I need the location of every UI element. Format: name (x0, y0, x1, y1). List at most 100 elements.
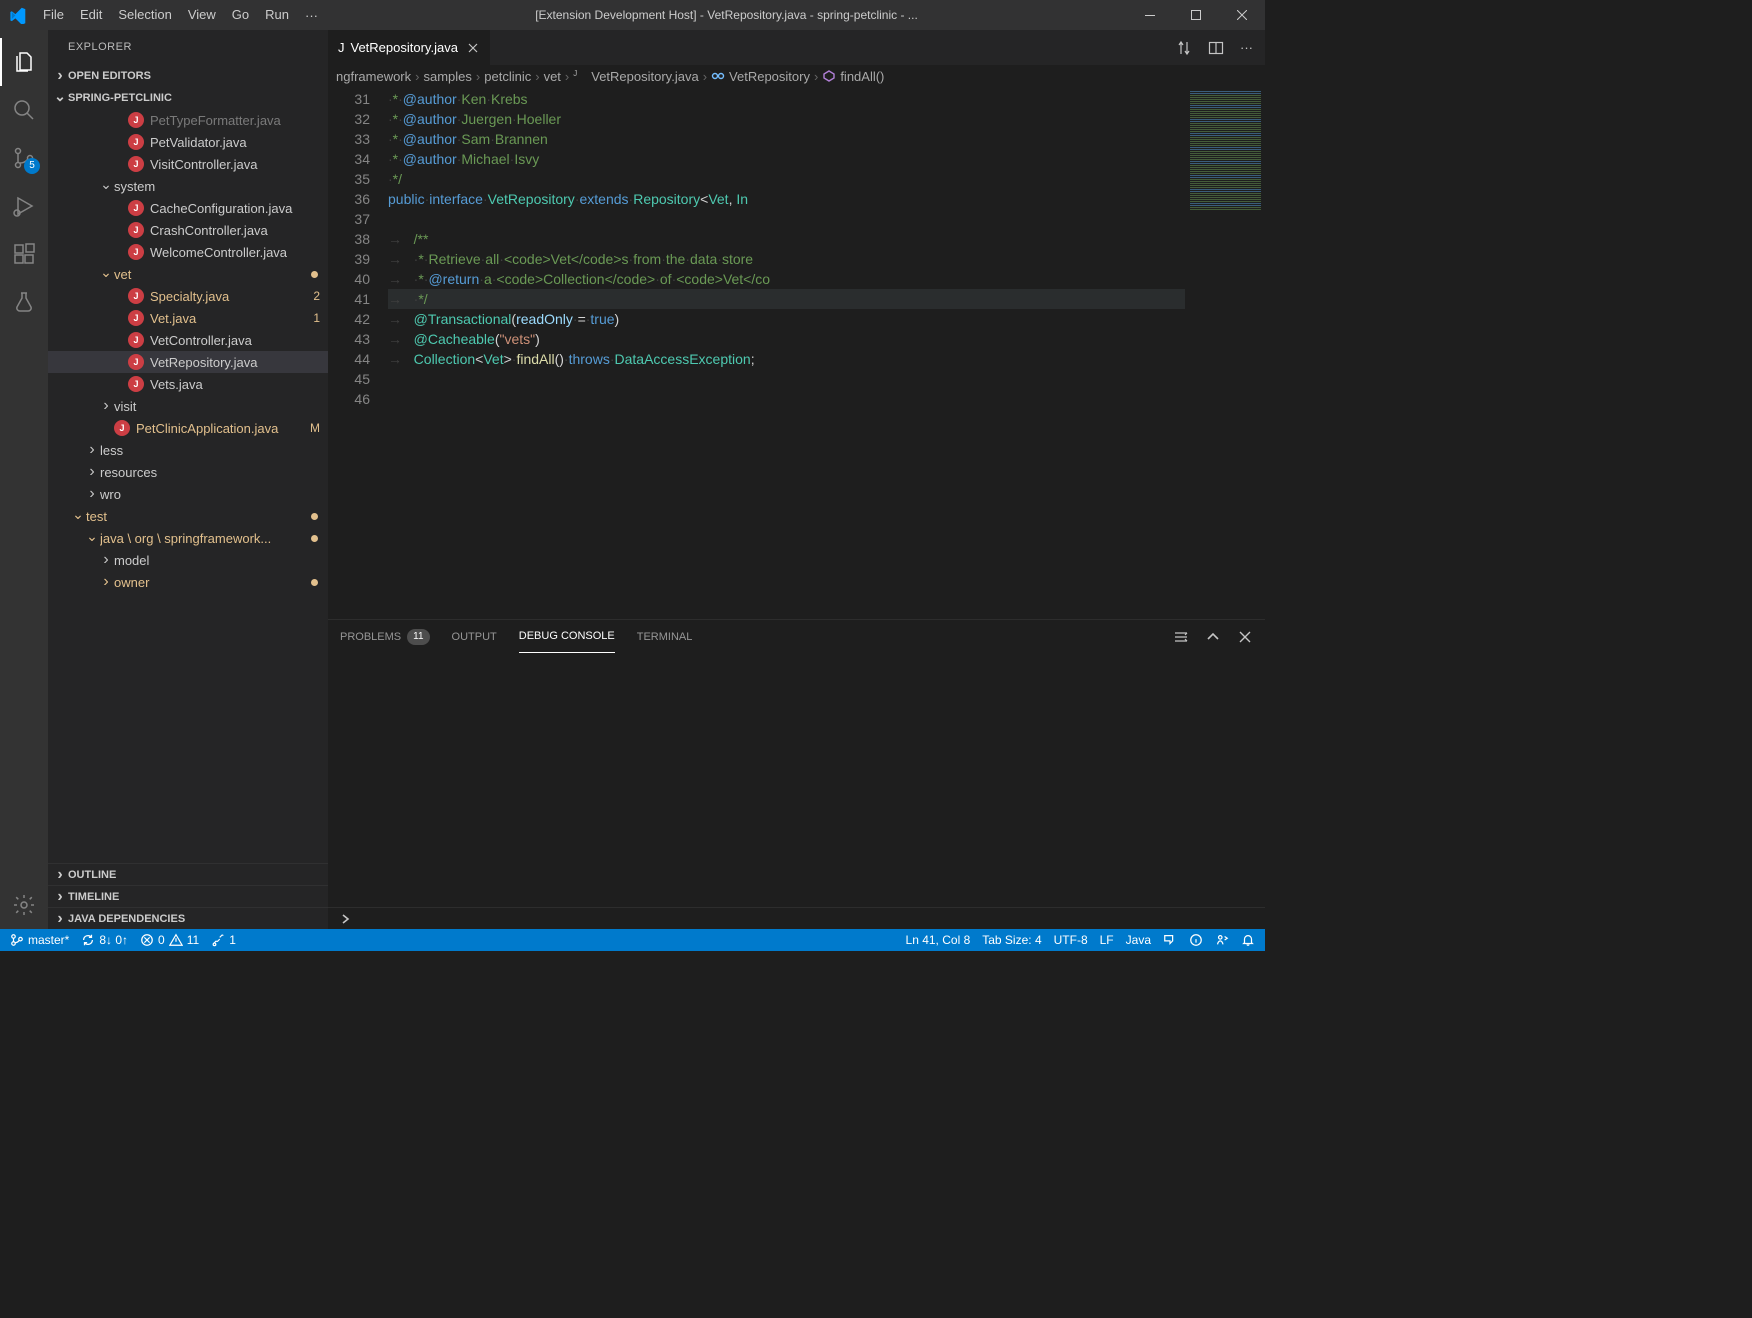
compare-changes-icon[interactable] (1176, 40, 1192, 56)
breadcrumb-segment[interactable]: JVetRepository.java (573, 69, 698, 84)
file-petclinicapplication-java[interactable]: JPetClinicApplication.javaM (48, 417, 328, 439)
collapse-panel-icon[interactable] (1205, 629, 1221, 645)
breadcrumb-segment[interactable]: VetRepository (711, 69, 810, 84)
menu-run[interactable]: Run (257, 0, 297, 30)
status-branch[interactable]: master* (4, 929, 75, 951)
menu-selection[interactable]: Selection (110, 0, 179, 30)
chevron-right-icon (98, 398, 114, 414)
minimap[interactable] (1185, 87, 1265, 619)
editor-actions: ··· (1164, 30, 1265, 65)
panel-tab-terminal[interactable]: TERMINAL (637, 620, 693, 653)
breadcrumb-segment[interactable]: petclinic (484, 69, 531, 84)
close-button[interactable] (1219, 0, 1265, 30)
status-problems[interactable]: 0 11 (134, 929, 205, 951)
chevron-down-icon (84, 531, 100, 546)
file-welcomecontroller-java[interactable]: JWelcomeController.java (48, 241, 328, 263)
status-feedback-icon[interactable] (1157, 929, 1183, 951)
folder-owner[interactable]: owner (48, 571, 328, 593)
menu-overflow-icon[interactable]: ··· (297, 8, 326, 23)
search-activity-icon[interactable] (0, 86, 48, 134)
panel-actions (1173, 629, 1253, 645)
sidebar-section-outline[interactable]: OUTLINE (48, 863, 328, 885)
status-live-share-icon[interactable] (1209, 929, 1235, 951)
breadcrumb-segment[interactable]: vet (544, 69, 561, 84)
sidebar-section-timeline[interactable]: TIMELINE (48, 885, 328, 907)
tab-vetrepository[interactable]: J VetRepository.java (328, 30, 491, 65)
file-tree[interactable]: JPetTypeFormatter.javaJPetValidator.java… (48, 109, 328, 863)
java-file-icon: J (128, 112, 144, 128)
file-pettypeformatter-java[interactable]: JPetTypeFormatter.java (48, 109, 328, 131)
panel-tab-debug-console[interactable]: DEBUG CONSOLE (519, 620, 615, 653)
tree-label: model (114, 553, 328, 568)
file-petvalidator-java[interactable]: JPetValidator.java (48, 131, 328, 153)
file-specialty-java[interactable]: JSpecialty.java2 (48, 285, 328, 307)
file-visitcontroller-java[interactable]: JVisitController.java (48, 153, 328, 175)
sidebar-section-open-editors[interactable]: OPEN EDITORS (48, 65, 328, 87)
extensions-activity-icon[interactable] (0, 230, 48, 278)
folder-test[interactable]: test (48, 505, 328, 527)
problems-count-badge: 11 (407, 629, 429, 645)
file-vet-java[interactable]: JVet.java1 (48, 307, 328, 329)
file-cacheconfiguration-java[interactable]: JCacheConfiguration.java (48, 197, 328, 219)
status-eol[interactable]: LF (1094, 929, 1120, 951)
tree-label: vet (114, 267, 311, 282)
breadcrumb-segment[interactable]: findAll() (822, 69, 884, 84)
java-file-icon: J (114, 420, 130, 436)
folder-visit[interactable]: visit (48, 395, 328, 417)
menu-edit[interactable]: Edit (72, 0, 110, 30)
filter-icon[interactable] (1173, 629, 1189, 645)
code-content[interactable]: ·*·@author·Ken·Krebs·*·@author·Juergen·H… (388, 87, 1185, 619)
file-vetcontroller-java[interactable]: JVetController.java (48, 329, 328, 351)
tree-label: WelcomeController.java (150, 245, 328, 260)
settings-activity-icon[interactable] (0, 881, 48, 929)
file-crashcontroller-java[interactable]: JCrashController.java (48, 219, 328, 241)
maximize-button[interactable] (1173, 0, 1219, 30)
split-editor-icon[interactable] (1208, 40, 1224, 56)
java-file-icon: J (128, 332, 144, 348)
panel-breadcrumb[interactable] (328, 907, 1265, 929)
status-ports[interactable]: 1 (205, 929, 242, 951)
file-vetrepository-java[interactable]: JVetRepository.java (48, 351, 328, 373)
explorer-activity-icon[interactable] (0, 38, 48, 86)
testing-activity-icon[interactable] (0, 278, 48, 326)
tree-label: visit (114, 399, 328, 414)
sidebar-section-spring-petclinic[interactable]: SPRING-PETCLINIC (48, 87, 328, 109)
breadcrumb-segment[interactable]: samples (423, 69, 471, 84)
folder-java-org-springframework-[interactable]: java \ org \ springframework... (48, 527, 328, 549)
status-encoding[interactable]: UTF-8 (1048, 929, 1094, 951)
folder-resources[interactable]: resources (48, 461, 328, 483)
tree-label: PetValidator.java (150, 135, 328, 150)
status-tabsize[interactable]: Tab Size: 4 (976, 929, 1047, 951)
close-tab-icon[interactable] (466, 41, 480, 55)
folder-vet[interactable]: vet (48, 263, 328, 285)
menu-go[interactable]: Go (224, 0, 257, 30)
status-sync[interactable]: 8↓ 0↑ (75, 929, 134, 951)
status-bell-icon[interactable] (1235, 929, 1261, 951)
debug-activity-icon[interactable] (0, 182, 48, 230)
panel-tab-problems[interactable]: PROBLEMS11 (340, 620, 430, 653)
menu-view[interactable]: View (180, 0, 224, 30)
folder-wro[interactable]: wro (48, 483, 328, 505)
more-actions-icon[interactable]: ··· (1240, 40, 1253, 55)
folder-less[interactable]: less (48, 439, 328, 461)
breadcrumbs[interactable]: ngframework›samples›petclinic›vet›JVetRe… (328, 65, 1265, 87)
status-info-icon[interactable] (1183, 929, 1209, 951)
tree-label: test (86, 509, 311, 524)
sidebar-section-java-dependencies[interactable]: JAVA DEPENDENCIES (48, 907, 328, 929)
explorer-sidebar: EXPLORER OPEN EDITORSSPRING-PETCLINIC JP… (48, 30, 328, 929)
folder-model[interactable]: model (48, 549, 328, 571)
status-language[interactable]: Java (1120, 929, 1157, 951)
menu-file[interactable]: File (35, 0, 72, 30)
breadcrumb-segment[interactable]: ngframework (336, 69, 411, 84)
minimize-button[interactable] (1127, 0, 1173, 30)
folder-system[interactable]: system (48, 175, 328, 197)
file-vets-java[interactable]: JVets.java (48, 373, 328, 395)
panel-tab-output[interactable]: OUTPUT (452, 620, 497, 653)
scm-activity-icon[interactable]: 5 (0, 134, 48, 182)
java-file-icon: J (338, 40, 345, 55)
status-bar: master* 8↓ 0↑ 0 11 1 Ln 41, Col 8 Tab Si… (0, 929, 1265, 951)
close-panel-icon[interactable] (1237, 629, 1253, 645)
code-editor[interactable]: 31323334353637383940414243444546 ·*·@aut… (328, 87, 1265, 619)
panel-body[interactable] (328, 653, 1265, 907)
status-position[interactable]: Ln 41, Col 8 (900, 929, 977, 951)
